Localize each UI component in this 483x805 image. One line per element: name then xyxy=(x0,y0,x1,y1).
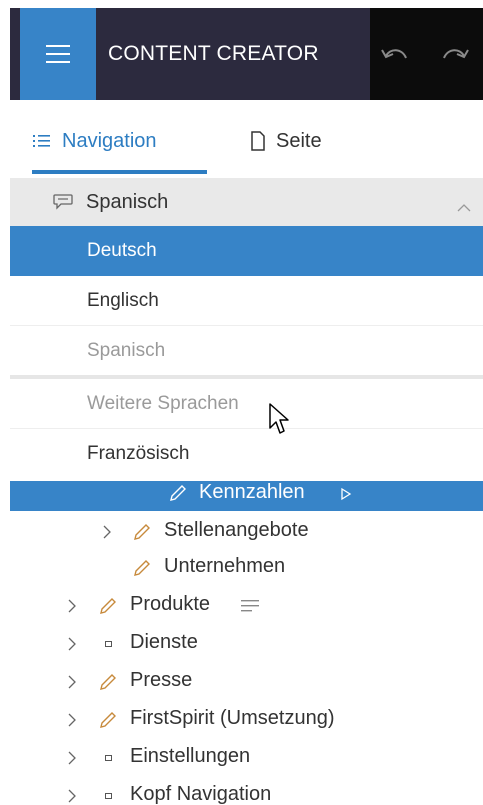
chevron-right-icon[interactable] xyxy=(102,523,112,546)
language-option-label: Englisch xyxy=(87,289,159,311)
language-dropdown[interactable]: Spanisch Deutsch Englisch Spanisch Weite… xyxy=(10,178,483,479)
chevron-right-icon[interactable] xyxy=(67,711,77,734)
tree-item-label: Presse xyxy=(130,669,193,691)
play-icon[interactable] xyxy=(340,487,352,506)
tree-item[interactable]: Einstellungen xyxy=(0,739,483,777)
tree-item-label: FirstSpirit (Umsetzung) xyxy=(130,707,335,729)
tab-navigation-label: Navigation xyxy=(62,129,157,152)
tree-item[interactable]: Unternehmen xyxy=(0,549,483,587)
sidebar-tabs: Navigation Seite xyxy=(10,112,483,174)
language-option-label: Spanisch xyxy=(87,340,166,361)
page-icon xyxy=(250,131,266,151)
tree-item[interactable]: Kopf Navigation xyxy=(0,777,483,805)
language-option-label: Deutsch xyxy=(87,240,157,261)
mouse-cursor-icon xyxy=(269,403,289,434)
language-select-header[interactable]: Spanisch xyxy=(10,178,483,226)
tree-item-label: Produkte xyxy=(130,593,211,615)
pencil-icon xyxy=(132,522,152,548)
square-icon xyxy=(105,755,112,761)
pencil-icon xyxy=(168,483,188,508)
chevron-up-icon xyxy=(456,196,472,219)
list-icon xyxy=(32,132,52,150)
tree-item-label: Einstellungen xyxy=(130,745,251,767)
tree-item-label: Stellenangebote xyxy=(164,519,309,541)
chevron-right-icon[interactable] xyxy=(67,749,77,772)
language-option-englisch[interactable]: Englisch xyxy=(10,276,483,326)
lines-icon xyxy=(240,597,260,620)
more-languages-header: Weitere Sprachen xyxy=(10,379,483,429)
tree-item-selected[interactable]: Kennzahlen xyxy=(10,481,483,511)
square-icon xyxy=(105,793,112,799)
tree-item-label: Kennzahlen xyxy=(199,481,305,503)
more-languages-label: Weitere Sprachen xyxy=(87,392,239,414)
redo-icon[interactable] xyxy=(440,44,470,66)
menu-button[interactable] xyxy=(20,8,96,100)
tree-item[interactable]: Presse xyxy=(0,663,483,701)
tab-seite-label: Seite xyxy=(276,129,322,152)
square-icon xyxy=(105,641,112,647)
language-option-deutsch[interactable]: Deutsch xyxy=(10,226,483,276)
chevron-right-icon[interactable] xyxy=(67,597,77,620)
tree-item[interactable]: Stellenangebote xyxy=(0,513,483,551)
app-header: CONTENT CREATOR xyxy=(10,8,483,100)
tree-item[interactable]: Dienste xyxy=(0,625,483,663)
pencil-icon xyxy=(98,596,118,622)
tree-item[interactable]: FirstSpirit (Umsetzung) xyxy=(0,701,483,739)
undo-icon[interactable] xyxy=(380,44,410,66)
tree-item-label: Unternehmen xyxy=(164,555,286,577)
language-option-franzoesisch[interactable]: Französisch xyxy=(10,429,483,479)
chevron-right-icon[interactable] xyxy=(67,635,77,658)
pencil-icon xyxy=(98,710,118,736)
speech-bubble-icon xyxy=(52,192,74,218)
selected-language: Spanisch xyxy=(86,191,169,213)
pencil-icon xyxy=(98,672,118,698)
chevron-right-icon[interactable] xyxy=(67,787,77,805)
language-option-label: Französisch xyxy=(87,443,190,464)
pencil-icon xyxy=(132,558,152,584)
chevron-right-icon[interactable] xyxy=(67,673,77,696)
tree-item-label: Kopf Navigation xyxy=(130,783,272,805)
tree-item-label: Dienste xyxy=(130,631,198,653)
tab-seite[interactable]: Seite xyxy=(250,112,322,170)
tree-item[interactable]: Produkte xyxy=(0,587,483,625)
tab-navigation[interactable]: Navigation xyxy=(32,112,207,174)
hamburger-icon xyxy=(46,45,70,63)
app-title: CONTENT CREATOR xyxy=(108,42,319,65)
language-option-spanisch: Spanisch xyxy=(10,326,483,376)
